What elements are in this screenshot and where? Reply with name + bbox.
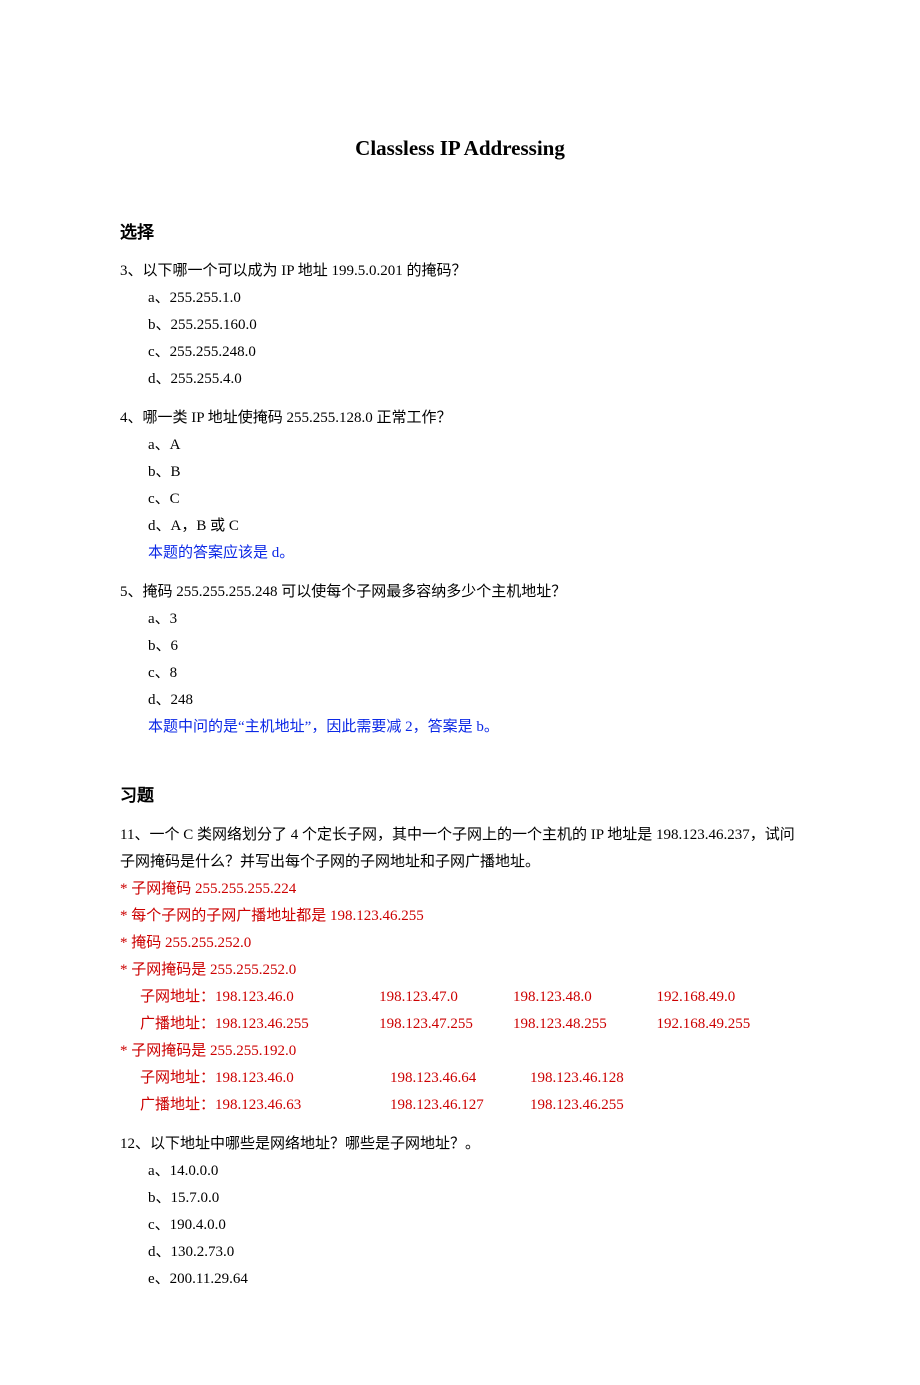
q11-t2-cell: 198.123.46.64 [390, 1065, 530, 1092]
document-page: Classless IP Addressing 选择 3、以下哪一个可以成为 I… [0, 0, 920, 1385]
q11-t2-broadcast-label: 广播地址：198.123.46.63 [140, 1092, 390, 1119]
q4-stem: 4、哪一类 IP 地址使掩码 255.255.128.0 正常工作？ [120, 405, 800, 432]
q11-t1-subnet-label: 子网地址：198.123.46.0 [140, 984, 379, 1011]
q12-stem: 12、以下地址中哪些是网络地址？哪些是子网地址？。 [120, 1131, 800, 1158]
q3-option-a: a、255.255.1.0 [148, 285, 800, 312]
q12-option-d: d、130.2.73.0 [148, 1239, 800, 1266]
q11-t1-broadcast-label: 广播地址：198.123.46.255 [140, 1011, 379, 1038]
q11-answer-line-4: * 子网掩码是 255.255.252.0 [120, 957, 800, 984]
q5-answer-note: 本题中问的是“主机地址”，因此需要减 2，答案是 b。 [148, 714, 800, 741]
q11-table-2: 子网地址：198.123.46.0 广播地址：198.123.46.63 198… [140, 1065, 800, 1119]
q11-answer-line-1: * 子网掩码 255.255.255.224 [120, 876, 800, 903]
q12-option-a: a、14.0.0.0 [148, 1158, 800, 1185]
q11-answer-line-3: * 掩码 255.255.252.0 [120, 930, 800, 957]
q11-t1-cell: 192.168.49.0 [657, 984, 800, 1011]
q11-t1-cell: 198.123.47.0 [379, 984, 513, 1011]
page-title: Classless IP Addressing [120, 130, 800, 168]
question-11: 11、一个 C 类网络划分了 4 个定长子网，其中一个子网上的一个主机的 IP … [120, 822, 800, 1119]
q11-t2-cell: 198.123.46.128 [530, 1065, 680, 1092]
q11-table-1: 子网地址：198.123.46.0 广播地址：198.123.46.255 19… [140, 984, 800, 1038]
q5-option-c: c、8 [148, 660, 800, 687]
q3-stem: 3、以下哪一个可以成为 IP 地址 199.5.0.201 的掩码？ [120, 258, 800, 285]
q12-option-b: b、15.7.0.0 [148, 1185, 800, 1212]
q3-option-c: c、255.255.248.0 [148, 339, 800, 366]
q5-option-b: b、6 [148, 633, 800, 660]
q11-t1-cell: 198.123.47.255 [379, 1011, 513, 1038]
q4-option-a: a、A [148, 432, 800, 459]
q11-answer-line-5: * 子网掩码是 255.255.192.0 [120, 1038, 800, 1065]
q5-stem: 5、掩码 255.255.255.248 可以使每个子网最多容纳多少个主机地址？ [120, 579, 800, 606]
q4-option-c: c、C [148, 486, 800, 513]
q11-t1-cell: 198.123.48.0 [513, 984, 656, 1011]
q11-stem: 11、一个 C 类网络划分了 4 个定长子网，其中一个子网上的一个主机的 IP … [120, 822, 800, 876]
question-4: 4、哪一类 IP 地址使掩码 255.255.128.0 正常工作？ a、A b… [120, 405, 800, 567]
question-12: 12、以下地址中哪些是网络地址？哪些是子网地址？。 a、14.0.0.0 b、1… [120, 1131, 800, 1293]
q4-option-d: d、A，B 或 C [148, 513, 800, 540]
q4-option-b: b、B [148, 459, 800, 486]
q5-option-d: d、248 [148, 687, 800, 714]
q11-answer-line-2: * 每个子网的子网广播地址都是 198.123.46.255 [120, 903, 800, 930]
q3-option-d: d、255.255.4.0 [148, 366, 800, 393]
q12-option-c: c、190.4.0.0 [148, 1212, 800, 1239]
q5-option-a: a、3 [148, 606, 800, 633]
question-3: 3、以下哪一个可以成为 IP 地址 199.5.0.201 的掩码？ a、255… [120, 258, 800, 393]
q11-t2-subnet-label: 子网地址：198.123.46.0 [140, 1065, 390, 1092]
q3-option-b: b、255.255.160.0 [148, 312, 800, 339]
section-head-exercises: 习题 [120, 781, 800, 812]
section-head-choice: 选择 [120, 218, 800, 249]
q11-t1-cell: 198.123.48.255 [513, 1011, 656, 1038]
q11-t2-cell: 198.123.46.127 [390, 1092, 530, 1119]
q11-t2-cell: 198.123.46.255 [530, 1092, 680, 1119]
question-5: 5、掩码 255.255.255.248 可以使每个子网最多容纳多少个主机地址？… [120, 579, 800, 741]
q11-t1-cell: 192.168.49.255 [657, 1011, 800, 1038]
q12-option-e: e、200.11.29.64 [148, 1266, 800, 1293]
q4-answer-note: 本题的答案应该是 d。 [148, 540, 800, 567]
